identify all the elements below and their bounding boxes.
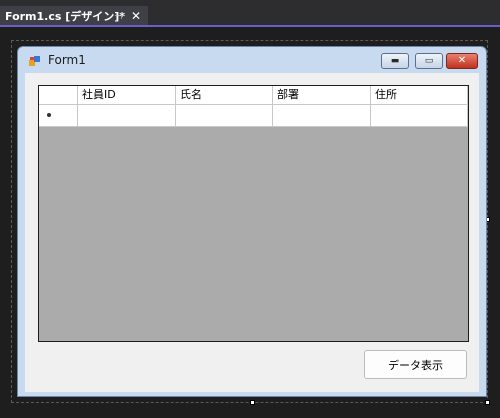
column-header-employee-id[interactable]: 社員ID (78, 86, 176, 104)
tab-title: Form1.cs [デザイン]* (5, 10, 126, 23)
grid-cell[interactable] (176, 105, 273, 126)
form-window[interactable]: Form1 ▬ ▭ ✕ 社員ID 氏名 部署 住所 データ表示 (17, 46, 487, 397)
grid-corner-header[interactable] (39, 86, 78, 104)
table-row[interactable] (39, 105, 468, 127)
resize-handle-bottom[interactable] (250, 400, 255, 405)
grid-header-row: 社員ID 氏名 部署 住所 (39, 86, 468, 105)
column-header-name[interactable]: 氏名 (176, 86, 273, 104)
data-grid-view[interactable]: 社員ID 氏名 部署 住所 (38, 85, 469, 342)
close-tab-icon[interactable]: ✕ (131, 6, 141, 27)
pin-icon[interactable]: ⊣ (114, 6, 123, 27)
tab-form1-design[interactable]: Form1.cs [デザイン]* ⊣ ✕ (0, 6, 148, 27)
show-data-button[interactable]: データ表示 (364, 350, 467, 379)
resize-handle-corner[interactable] (485, 400, 490, 405)
new-row-marker-icon (47, 113, 51, 117)
grid-cell[interactable] (273, 105, 371, 126)
document-tabstrip: Form1.cs [デザイン]* ⊣ ✕ (0, 0, 500, 27)
minimize-button[interactable]: ▬ (381, 53, 409, 69)
column-header-address[interactable]: 住所 (371, 86, 468, 104)
row-header[interactable] (39, 105, 78, 126)
grid-cell[interactable] (371, 105, 468, 126)
form-app-icon (29, 56, 40, 66)
column-header-department[interactable]: 部署 (273, 86, 371, 104)
maximize-button[interactable]: ▭ (415, 53, 443, 69)
close-button[interactable]: ✕ (446, 53, 478, 69)
form-title: Form1 (48, 53, 86, 67)
form-client-area: 社員ID 氏名 部署 住所 データ表示 (25, 73, 479, 392)
grid-cell[interactable] (78, 105, 176, 126)
form-titlebar: Form1 ▬ ▭ ✕ (18, 47, 486, 73)
